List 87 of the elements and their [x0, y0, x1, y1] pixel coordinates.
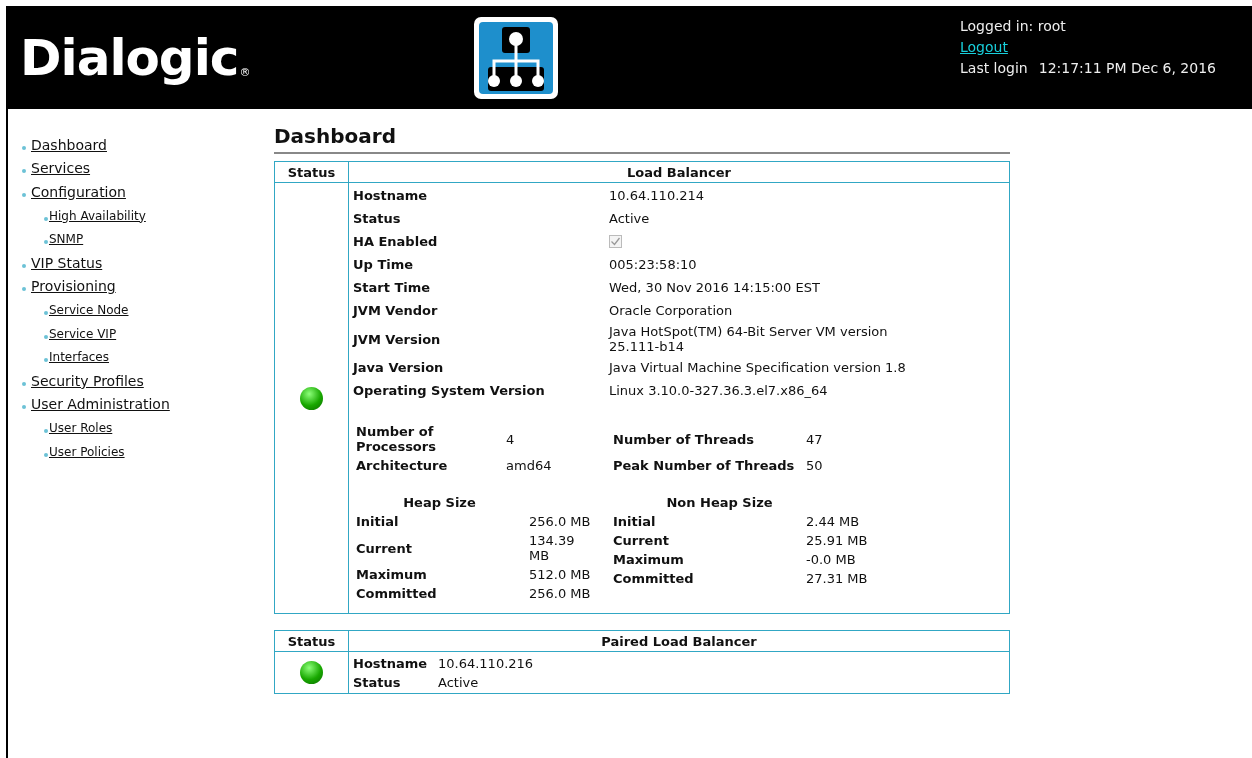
bullet-icon: [44, 452, 48, 457]
property-value: Active: [609, 210, 651, 228]
property-value: 10.64.110.214: [609, 187, 706, 205]
property-label: JVM Version: [353, 330, 442, 349]
logout-link[interactable]: Logout: [960, 39, 1008, 55]
property-value: Active: [438, 675, 480, 690]
bullet-icon: [22, 263, 26, 268]
property-value: Wed, 30 Nov 2016 14:15:00 EST: [609, 279, 821, 297]
property-label: Maximum: [613, 552, 685, 567]
property-label: Status: [353, 210, 402, 228]
property-value: 256.0 MB: [529, 514, 592, 529]
property-value: 25.91 MB: [806, 533, 869, 548]
property-label: Up Time: [353, 256, 415, 274]
property-value: Java Virtual Machine Specification version 1.8: [609, 359, 907, 377]
property-label: Start Time: [353, 279, 432, 297]
nav-link[interactable]: User Policies: [49, 444, 125, 459]
property-value: 512.0 MB: [529, 567, 592, 582]
property-value: 47: [806, 431, 824, 447]
property-label: Current: [613, 533, 670, 548]
logged-in-text: Logged in: root: [960, 18, 1067, 34]
nav-link[interactable]: Service VIP: [49, 326, 117, 341]
hierarchy-icon: [472, 14, 560, 101]
property-label: Maximum: [356, 567, 428, 582]
property-value: Linux 3.10.0-327.36.3.el7.x86_64: [609, 382, 829, 400]
bullet-icon: [22, 381, 26, 386]
bullet-icon: [22, 169, 26, 174]
property-value: 134.39 MB: [529, 533, 576, 563]
nav-link[interactable]: User Administration: [31, 396, 170, 413]
nav-link[interactable]: Services: [31, 160, 91, 177]
property-value: Java HotSpot(TM) 64-Bit Server VM version 25.111-b14: [609, 324, 889, 354]
bullet-icon: [44, 240, 48, 245]
nav-link[interactable]: Configuration: [31, 184, 126, 200]
property-value: 005:23:58:10: [609, 256, 698, 274]
column-header: Status: [274, 161, 349, 183]
column-header: Load Balancer: [348, 161, 1010, 183]
property-label: Status: [353, 675, 402, 690]
section-title: Non Heap Size: [665, 495, 774, 510]
nav-link[interactable]: Service Node: [49, 302, 129, 317]
property-label: Peak Number of Threads: [613, 458, 796, 473]
property-label: Hostname: [353, 656, 429, 671]
property-value: 27.31 MB: [806, 571, 869, 586]
property-value: 2.44 MB: [806, 514, 861, 529]
property-value: 10.64.110.216: [438, 656, 535, 671]
property-label: Current: [356, 540, 413, 556]
bullet-icon: [44, 334, 48, 339]
property-label: JVM Vendor: [353, 302, 439, 320]
property-label: Committed: [356, 586, 438, 601]
property-label: Operating System Version: [353, 382, 546, 400]
bullet-icon: [22, 405, 26, 410]
registered-mark: ®: [239, 65, 251, 79]
bullet-icon: [22, 145, 26, 150]
bullet-icon: [22, 193, 26, 197]
property-label: Initial: [356, 514, 400, 529]
last-login-label: Last login: [960, 60, 1028, 76]
property-value: -0.0 MB: [806, 552, 857, 567]
property-value: 256.0 MB: [529, 586, 592, 601]
bullet-icon: [22, 287, 26, 292]
nav-link[interactable]: SNMP: [49, 232, 84, 247]
property-label: Number of Threads: [613, 431, 756, 447]
column-header: Status: [274, 630, 349, 652]
nav-link[interactable]: Provisioning: [31, 278, 116, 295]
property-value: amd64: [506, 458, 553, 473]
property-label: Initial: [613, 514, 657, 529]
property-value: 50: [806, 458, 824, 473]
bullet-icon: [44, 428, 48, 433]
property-value: 4: [506, 431, 516, 447]
nav-link[interactable]: Dashboard: [31, 136, 107, 153]
nav-link[interactable]: High Availability: [49, 208, 146, 223]
column-header: Paired Load Balancer: [348, 630, 1010, 652]
logo-wordmark: Dialogic: [20, 32, 239, 83]
property-label: Hostname: [353, 187, 429, 205]
section-title: Heap Size: [402, 495, 477, 510]
property-label: HA Enabled: [353, 233, 439, 251]
page-title: Dashboard: [274, 124, 1010, 154]
nav-link[interactable]: Interfaces: [49, 350, 109, 365]
property-label: Number of Processors: [356, 424, 437, 454]
property-value: Oracle Corporation: [609, 302, 734, 320]
nav-link[interactable]: Security Profiles: [31, 372, 144, 389]
nav-link[interactable]: User Roles: [49, 420, 113, 435]
last-login-time: 12:17:11 PM Dec 6, 2016: [1038, 60, 1216, 76]
property-label: Committed: [613, 571, 695, 586]
property-label: Java Version: [353, 359, 445, 377]
bullet-icon: [44, 358, 48, 363]
bullet-icon: [44, 216, 48, 221]
bullet-icon: [44, 310, 48, 315]
nav-link[interactable]: VIP Status: [31, 254, 103, 271]
property-label: Architecture: [356, 458, 449, 473]
